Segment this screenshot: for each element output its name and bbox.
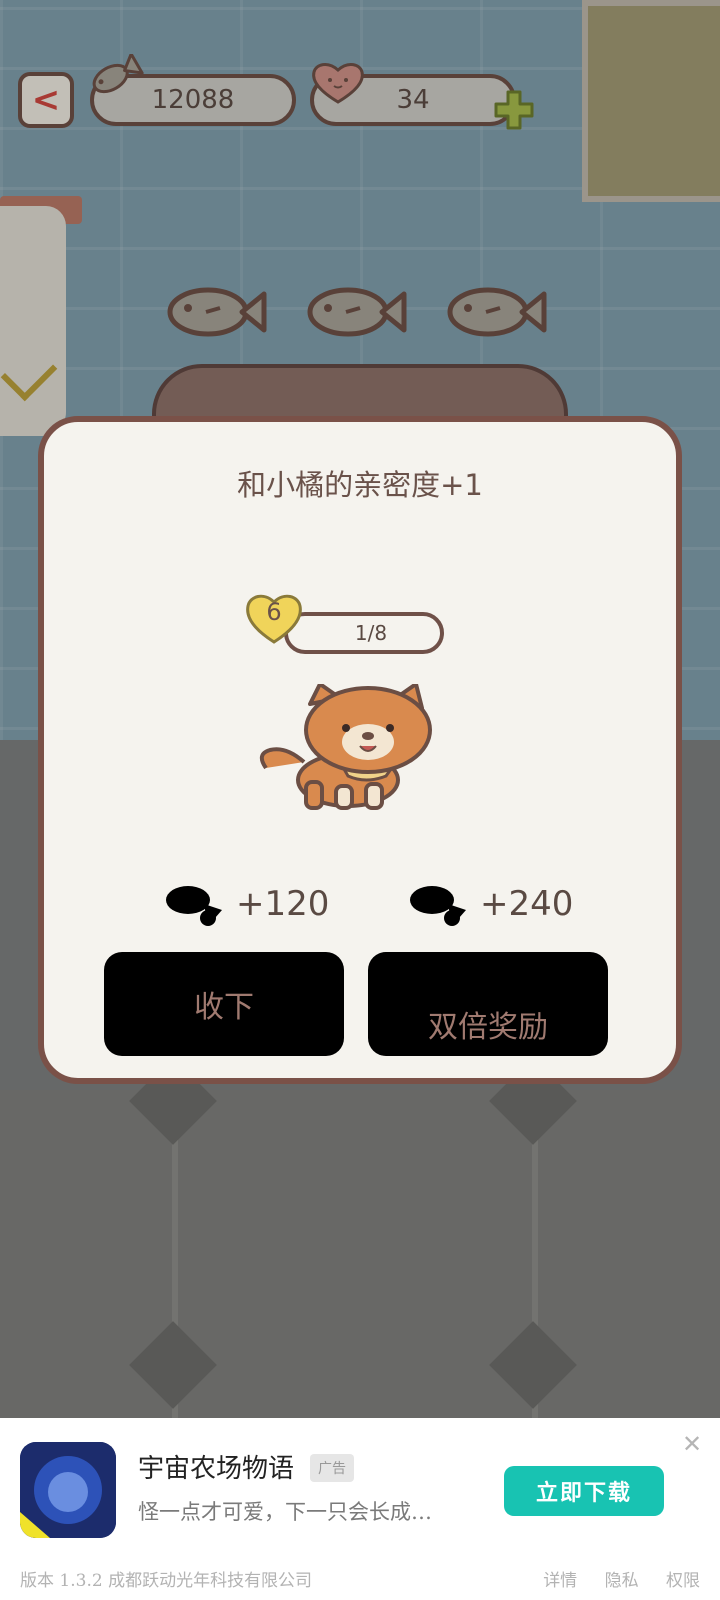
collect-button[interactable]: 收下 xyxy=(104,952,344,1056)
double-reward-button-label: 双倍奖励 xyxy=(428,1010,548,1045)
fish-icon xyxy=(410,886,466,926)
double-reward-button[interactable]: 双倍奖励 xyxy=(368,952,608,1056)
ad-subtitle: 怪一点才可爱，下一只会长成… xyxy=(138,1500,432,1524)
ad-app-icon[interactable] xyxy=(20,1442,116,1538)
ad-footer: 版本 1.3.2 成都跃动光年科技有限公司 详情 隐私 权限 xyxy=(20,1566,700,1591)
reward-normal-value: +120 xyxy=(236,884,330,924)
reward-double-value: +240 xyxy=(480,884,574,924)
dialog-title: 和小橘的亲密度+1 xyxy=(237,468,483,502)
affection-dialog: 和小橘的亲密度+1 1/8 6 +120 +240 收下 双倍奖励 xyxy=(38,416,682,1084)
affection-progress-bar: 1/8 xyxy=(284,612,444,654)
ad-details-link[interactable]: 详情 xyxy=(543,1571,577,1591)
ad-banner[interactable]: 宇宙农场物语 广告 怪一点才可爱，下一只会长成… 立即下载 ✕ 版本 1.3.2… xyxy=(0,1418,720,1600)
ad-version-company: 版本 1.3.2 成都跃动光年科技有限公司 xyxy=(20,1571,313,1591)
download-button[interactable]: 立即下载 xyxy=(504,1466,664,1516)
game-scene: < 12088 34 和小橘的亲密度+1 1/8 6 +120 +240 收下 … xyxy=(0,0,720,1418)
ad-permissions-link[interactable]: 权限 xyxy=(666,1571,700,1591)
collect-button-label: 收下 xyxy=(194,990,254,1025)
ad-privacy-link[interactable]: 隐私 xyxy=(605,1571,639,1591)
reward-double: +240 xyxy=(408,876,573,932)
reward-normal: +120 xyxy=(164,876,329,932)
ad-title: 宇宙农场物语 xyxy=(138,1454,295,1484)
ad-tag: 广告 xyxy=(310,1454,354,1482)
orange-cat-icon xyxy=(259,684,432,810)
close-icon[interactable]: ✕ xyxy=(680,1432,704,1456)
fish-icon xyxy=(166,886,222,926)
download-button-label: 立即下载 xyxy=(535,1481,632,1506)
affection-level: 6 xyxy=(266,598,282,626)
affection-progress-text: 1/8 xyxy=(354,621,388,645)
